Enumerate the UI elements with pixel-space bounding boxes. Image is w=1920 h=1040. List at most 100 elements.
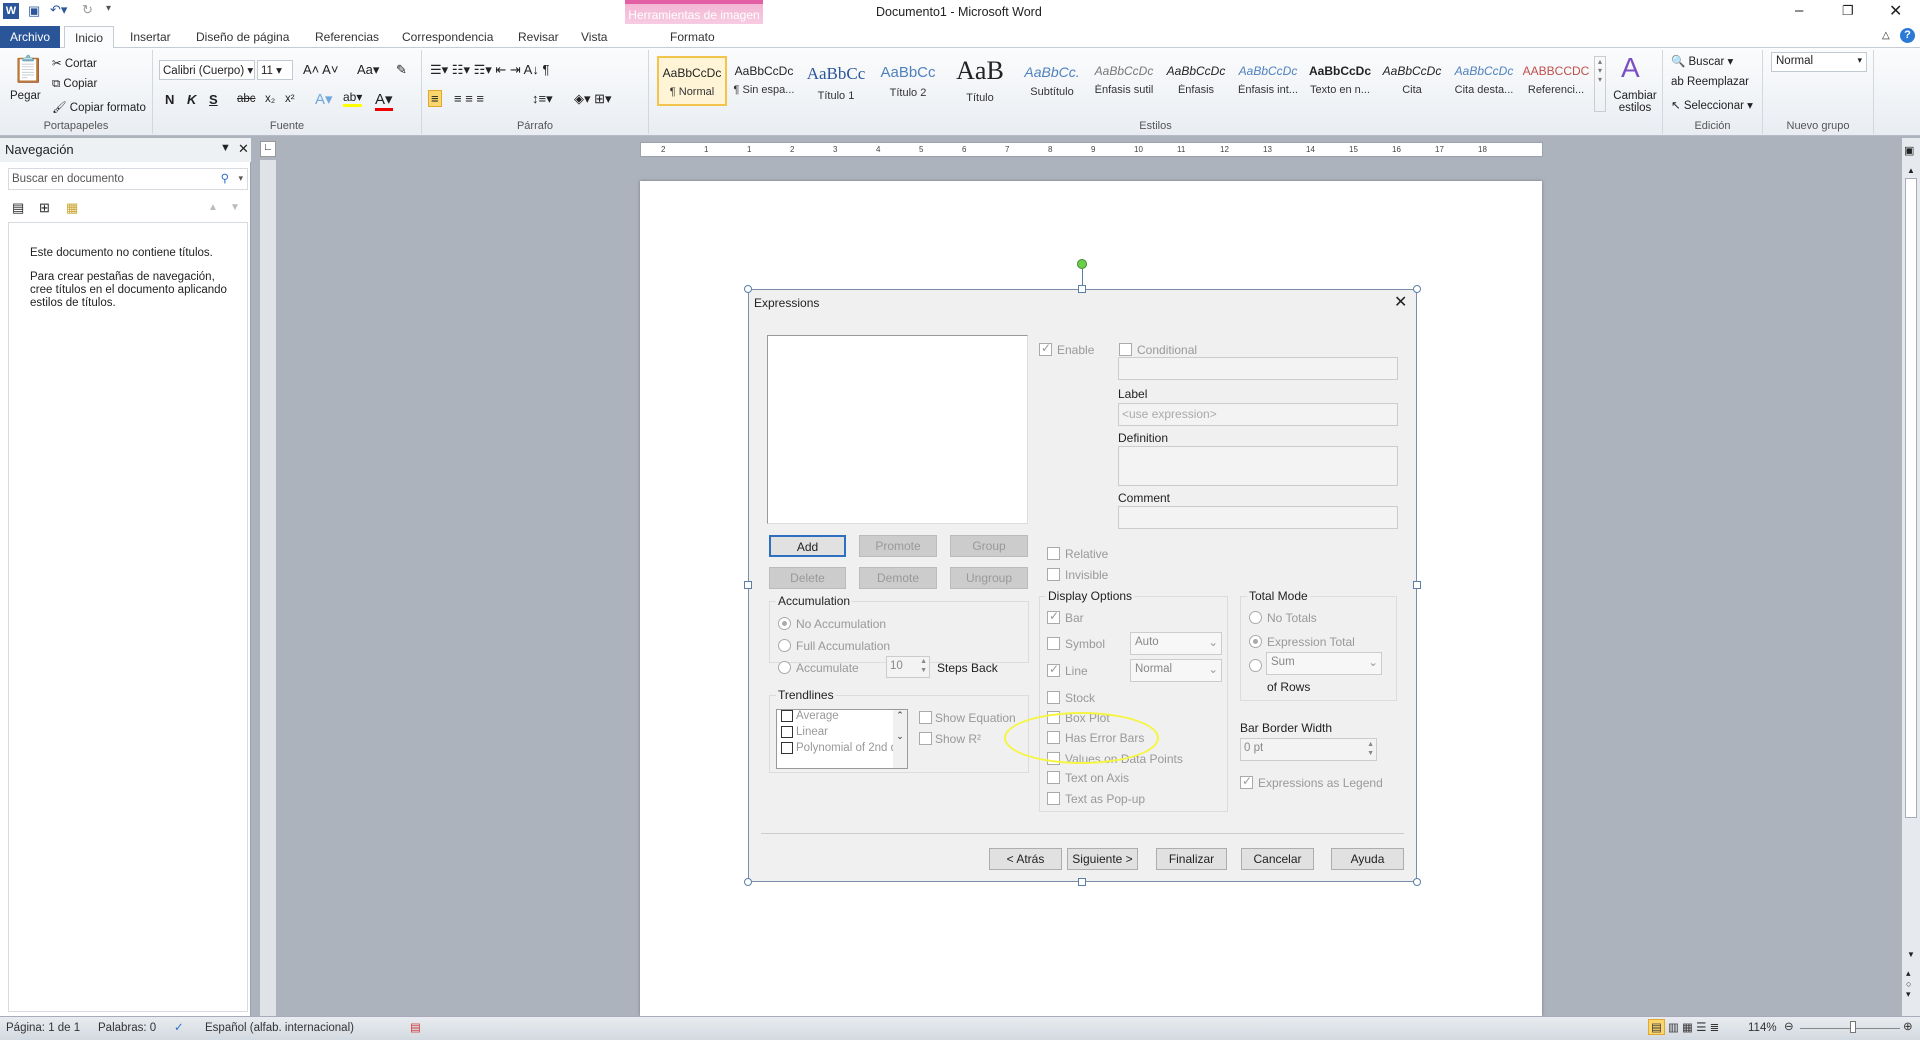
line-checkbox[interactable] <box>1047 662 1060 677</box>
subscript-icon[interactable]: x₂ <box>265 93 275 105</box>
finish-button[interactable]: Finalizar <box>1156 848 1227 870</box>
help-icon[interactable]: ? <box>1900 28 1915 43</box>
delete-button[interactable]: Delete <box>769 567 846 589</box>
vertical-scrollbar[interactable]: ▣ ▲ ▼ ▴ ○ ▾ <box>1902 138 1920 1016</box>
results-tab-icon[interactable]: ▦ <box>66 200 78 216</box>
style-item[interactable]: AaBbCc Título 2 <box>873 56 943 106</box>
resize-handle-br[interactable] <box>1413 878 1421 886</box>
ungroup-button[interactable]: Ungroup <box>950 567 1028 589</box>
relative-checkbox[interactable] <box>1047 547 1060 560</box>
nav-close-icon[interactable]: ✕ <box>238 141 249 157</box>
show-equation-checkbox[interactable] <box>919 711 932 724</box>
font-size-select[interactable]: 11 ▾ <box>257 60 293 80</box>
nav-options-icon[interactable]: ▼ <box>220 142 231 154</box>
change-styles-icon[interactable]: A <box>1621 52 1640 84</box>
resize-handle-bl[interactable] <box>744 878 752 886</box>
pages-tab-icon[interactable]: ⊞ <box>39 200 50 216</box>
show-r2-checkbox[interactable] <box>919 732 932 745</box>
page-count[interactable]: Página: 1 de 1 <box>6 1022 80 1034</box>
trendline-checkbox[interactable] <box>781 710 793 722</box>
bold-button[interactable]: N <box>165 92 174 107</box>
font-color-icon[interactable]: A▾ <box>375 90 393 111</box>
trendline-checkbox[interactable] <box>781 742 793 754</box>
zoom-in-icon[interactable]: ⊕ <box>1903 1019 1913 1033</box>
word-icon[interactable]: W <box>3 3 19 19</box>
customize-toolbar-icon[interactable]: ▾ <box>106 3 111 14</box>
resize-handle-tr[interactable] <box>1413 285 1421 293</box>
resize-handle-tl[interactable] <box>744 285 752 293</box>
paste-icon[interactable]: 📋 <box>12 54 44 85</box>
italic-button[interactable]: K <box>187 92 196 107</box>
gallery-scroll[interactable]: ▴ ▾ ▾ <box>1594 56 1606 112</box>
style-item[interactable]: AaB Título <box>945 56 1015 106</box>
bullets-icon[interactable]: ☰▾ ☷▾ ☶▾ ⇤ ⇥ A↓ ¶ <box>430 62 549 78</box>
symbol-checkbox[interactable] <box>1047 637 1060 650</box>
tab-selector[interactable]: ∟ <box>260 141 276 157</box>
select-button[interactable]: ↖ Seleccionar ▾ <box>1671 98 1753 112</box>
tab-insertar[interactable]: Insertar <box>120 28 181 48</box>
tab-referencias[interactable]: Referencias <box>305 28 389 48</box>
trendline-item[interactable]: Polynomial of 2nd d <box>777 742 907 758</box>
resize-handle-r[interactable] <box>1413 581 1421 589</box>
align-left-button[interactable]: ≡ <box>428 90 442 107</box>
underline-button[interactable]: S <box>209 92 218 107</box>
trendlines-list[interactable]: Average Linear Polynomial of 2nd d ⌃ ⌄ <box>776 709 908 769</box>
tab-vista[interactable]: Vista <box>571 28 617 48</box>
save-icon[interactable]: ▣ <box>28 3 40 19</box>
style-select[interactable]: Normal ▾ <box>1771 52 1867 72</box>
bar-border-width-input[interactable]: 0 pt ▲ ▼ <box>1240 738 1377 761</box>
help-button[interactable]: Ayuda <box>1331 848 1404 870</box>
style-item[interactable]: AaBbCcDc Énfasis sutil <box>1089 56 1159 106</box>
zoom-out-icon[interactable]: ⊖ <box>1784 1019 1794 1033</box>
style-item[interactable]: AaBbCcDc Énfasis <box>1161 56 1231 106</box>
style-item[interactable]: AaBbCc Título 1 <box>801 56 871 106</box>
bar-checkbox[interactable] <box>1047 609 1060 624</box>
steps-back-spinner[interactable]: 10 ▲ ▼ <box>886 656 930 678</box>
word-count[interactable]: Palabras: 0 <box>98 1022 156 1034</box>
next-button[interactable]: Siguiente > <box>1067 848 1138 870</box>
highlight-icon[interactable]: ab▾ <box>343 90 363 107</box>
font-name-select[interactable]: Calibri (Cuerpo) ▾ <box>159 60 255 80</box>
strikethrough-icon[interactable]: abc <box>237 93 256 105</box>
promote-button[interactable]: Promote <box>859 535 937 557</box>
tab-inicio[interactable]: Inicio <box>64 26 115 49</box>
replace-button[interactable]: ab Reemplazar <box>1671 76 1749 88</box>
view-buttons-icon[interactable]: ▥ ▦ ☰ ≣ <box>1668 1020 1719 1034</box>
minimize-ribbon-icon[interactable]: △ <box>1882 30 1890 41</box>
group-button[interactable]: Group <box>950 535 1028 557</box>
full-accumulation-radio[interactable] <box>778 639 791 652</box>
change-case-icon[interactable]: Aa▾ <box>357 62 379 78</box>
close-button[interactable]: ✕ <box>1889 1 1902 21</box>
scroll-up-icon[interactable]: ▲ <box>1907 166 1915 175</box>
resize-handle-t[interactable] <box>1078 285 1086 293</box>
line-spacing-icon[interactable]: ↕≡▾ <box>532 91 553 107</box>
tab-formato[interactable]: Formato <box>660 28 725 48</box>
rotation-handle[interactable] <box>1077 259 1087 269</box>
dialog-close-button[interactable]: ✕ <box>1394 292 1407 312</box>
cut-button[interactable]: ✂ Cortar <box>52 56 97 70</box>
cancel-button[interactable]: Cancelar <box>1241 848 1314 870</box>
accumulate-radio[interactable] <box>778 661 791 674</box>
language[interactable]: Español (alfab. internacional) <box>205 1022 354 1034</box>
tab-correspondencia[interactable]: Correspondencia <box>392 28 503 48</box>
style-item[interactable]: AaBbCc. Subtítulo <box>1017 56 1087 106</box>
align-center-icon[interactable]: ≡ ≡ ≡ <box>454 91 484 106</box>
superscript-icon[interactable]: x² <box>285 93 295 105</box>
proofing-icon[interactable]: ✓ <box>174 1020 184 1034</box>
format-painter-button[interactable]: 🖌 Copiar formato <box>52 100 146 114</box>
line-dropdown[interactable]: Normal ⌄ <box>1130 659 1222 682</box>
expression-total-radio[interactable] <box>1249 635 1262 648</box>
browse-object-icon[interactable]: ▴ ○ ▾ <box>1906 968 1911 1000</box>
trendline-item[interactable]: Average <box>777 710 907 726</box>
style-item[interactable]: AaBbCcDc Cita desta... <box>1449 56 1519 106</box>
copy-button[interactable]: ⧉ Copiar <box>52 78 97 91</box>
grow-font-icon[interactable]: A˄ A˅ <box>303 62 338 77</box>
scrollbar-thumb[interactable] <box>1905 178 1917 818</box>
conditional-checkbox[interactable] <box>1119 343 1132 356</box>
next-heading-icon[interactable]: ▼ <box>230 202 240 213</box>
conditional-input[interactable] <box>1118 357 1398 380</box>
scroll-down-icon[interactable]: ▼ <box>1907 950 1915 959</box>
text-on-axis-checkbox[interactable] <box>1047 771 1060 784</box>
no-totals-radio[interactable] <box>1249 611 1262 624</box>
tab-diseno[interactable]: Diseño de página <box>186 28 299 48</box>
